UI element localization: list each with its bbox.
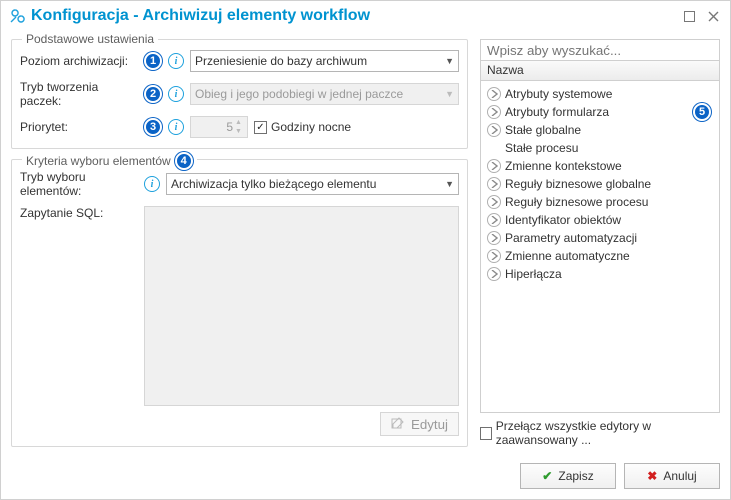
- tree-item[interactable]: Stałe globalne: [483, 121, 717, 139]
- close-icon[interactable]: [706, 9, 720, 23]
- tree-item[interactable]: Reguły biznesowe globalne: [483, 175, 717, 193]
- cancel-button[interactable]: ✖ Anuluj: [624, 463, 720, 489]
- night-hours-checkbox[interactable]: ✓ Godziny nocne: [254, 120, 351, 134]
- pack-mode-label: Tryb tworzenia paczek:: [20, 80, 138, 108]
- sql-query-textarea: [144, 206, 459, 406]
- select-mode-label: Tryb wyboru elementów:: [20, 170, 138, 198]
- badge-2: 2: [144, 85, 162, 103]
- advanced-toggle-label: Przełącz wszystkie edytory w zaawansowan…: [496, 419, 720, 447]
- expand-icon[interactable]: [487, 123, 501, 137]
- archive-level-value: Przeniesienie do bazy archiwum: [195, 54, 367, 68]
- expand-icon[interactable]: [487, 213, 501, 227]
- chevron-down-icon: ▼: [445, 179, 454, 189]
- night-hours-label: Godziny nocne: [271, 120, 351, 134]
- tree-item-label: Reguły biznesowe procesu: [505, 195, 648, 209]
- dialog-title: Konfiguracja - Archiwizuj elementy workf…: [31, 7, 682, 25]
- tree-item-label: Hiperłącza: [505, 267, 562, 281]
- tree-item-label: Stałe globalne: [505, 123, 581, 137]
- config-dialog: Konfiguracja - Archiwizuj elementy workf…: [0, 0, 731, 500]
- chevron-down-icon: ▼: [445, 56, 454, 66]
- archive-level-label: Poziom archiwizacji:: [20, 54, 138, 68]
- badge-4: 4: [175, 152, 193, 170]
- checkbox-checked-icon: ✓: [254, 121, 267, 134]
- pack-mode-value: Obieg i jego podobiegi w jednej paczce: [195, 87, 403, 101]
- expand-icon[interactable]: [487, 87, 501, 101]
- tree-item-label: Stałe procesu: [505, 141, 578, 155]
- save-button[interactable]: ✔ Zapisz: [520, 463, 616, 489]
- tree-item[interactable]: Reguły biznesowe procesu: [483, 193, 717, 211]
- info-icon[interactable]: i: [168, 119, 184, 135]
- tree-item-label: Reguły biznesowe globalne: [505, 177, 651, 191]
- cancel-button-label: Anuluj: [663, 469, 696, 483]
- tree-item-label: Parametry automatyzacji: [505, 231, 637, 245]
- priority-value: 5: [226, 120, 233, 134]
- tree-item-label: Identyfikator obiektów: [505, 213, 621, 227]
- expand-icon[interactable]: [487, 177, 501, 191]
- expand-icon[interactable]: [487, 231, 501, 245]
- titlebar: Konfiguracja - Archiwizuj elementy workf…: [1, 1, 730, 29]
- criteria-title: Kryteria wyboru elementów 4: [22, 152, 197, 170]
- search-input[interactable]: [480, 39, 720, 61]
- expand-icon[interactable]: [487, 267, 501, 281]
- expand-icon[interactable]: [487, 159, 501, 173]
- dialog-footer: ✔ Zapisz ✖ Anuluj: [1, 455, 730, 499]
- sql-query-label: Zapytanie SQL:: [20, 206, 138, 220]
- basic-settings-title: Podstawowe ustawienia: [22, 32, 158, 46]
- edit-icon: [391, 416, 405, 433]
- criteria-group: Kryteria wyboru elementów 4 Tryb wyboru …: [11, 159, 468, 447]
- tree-item[interactable]: Stałe procesu: [483, 139, 717, 157]
- expand-icon[interactable]: [487, 195, 501, 209]
- tree-item[interactable]: Zmienne kontekstowe: [483, 157, 717, 175]
- expand-spacer: [487, 141, 501, 155]
- cancel-icon: ✖: [647, 469, 657, 483]
- advanced-toggle-checkbox[interactable]: Przełącz wszystkie edytory w zaawansowan…: [480, 419, 720, 447]
- check-icon: ✔: [542, 469, 552, 483]
- tree-item-label: Atrybuty systemowe: [505, 87, 612, 101]
- tree-item[interactable]: Atrybuty formularza 5: [483, 103, 717, 121]
- chevron-down-icon: ▼: [445, 89, 454, 99]
- select-mode-value: Archiwizacja tylko bieżącego elementu: [171, 177, 376, 191]
- tree-item-label: Zmienne kontekstowe: [505, 159, 622, 173]
- criteria-title-text: Kryteria wyboru elementów: [26, 154, 171, 168]
- basic-settings-group: Podstawowe ustawienia Poziom archiwizacj…: [11, 39, 468, 149]
- edit-button: Edytuj: [380, 412, 459, 436]
- info-icon[interactable]: i: [168, 53, 184, 69]
- tree-item-label: Atrybuty formularza: [505, 105, 609, 119]
- priority-label: Priorytet:: [20, 120, 138, 134]
- pack-mode-combo: Obieg i jego podobiegi w jednej paczce ▼: [190, 83, 459, 105]
- tree-item[interactable]: Zmienne automatyczne: [483, 247, 717, 265]
- archive-level-combo[interactable]: Przeniesienie do bazy archiwum ▼: [190, 50, 459, 72]
- info-icon[interactable]: i: [168, 86, 184, 102]
- badge-3: 3: [144, 118, 162, 136]
- edit-button-label: Edytuj: [411, 417, 448, 432]
- tree-item[interactable]: Hiperłącza: [483, 265, 717, 283]
- expand-icon[interactable]: [487, 249, 501, 263]
- window-buttons: [682, 9, 720, 23]
- select-mode-combo[interactable]: Archiwizacja tylko bieżącego elementu ▼: [166, 173, 459, 195]
- tree[interactable]: Atrybuty systemowe Atrybuty formularza 5 St…: [480, 81, 720, 413]
- tree-header[interactable]: Nazwa: [480, 61, 720, 81]
- tree-item-label: Zmienne automatyczne: [505, 249, 630, 263]
- spinner-arrows-icon: ▲▼: [235, 119, 245, 135]
- priority-spinner: 5 ▲▼: [190, 116, 248, 138]
- tree-item[interactable]: Parametry automatyzacji: [483, 229, 717, 247]
- badge-5: 5: [693, 103, 711, 121]
- badge-1: 1: [144, 52, 162, 70]
- tree-item[interactable]: Atrybuty systemowe: [483, 85, 717, 103]
- checkbox-empty-icon: [480, 427, 492, 440]
- info-icon[interactable]: i: [144, 176, 160, 192]
- save-button-label: Zapisz: [558, 469, 593, 483]
- expand-icon[interactable]: [487, 105, 501, 119]
- tree-item[interactable]: Identyfikator obiektów: [483, 211, 717, 229]
- tools-icon: [9, 8, 25, 24]
- maximize-icon[interactable]: [682, 9, 696, 23]
